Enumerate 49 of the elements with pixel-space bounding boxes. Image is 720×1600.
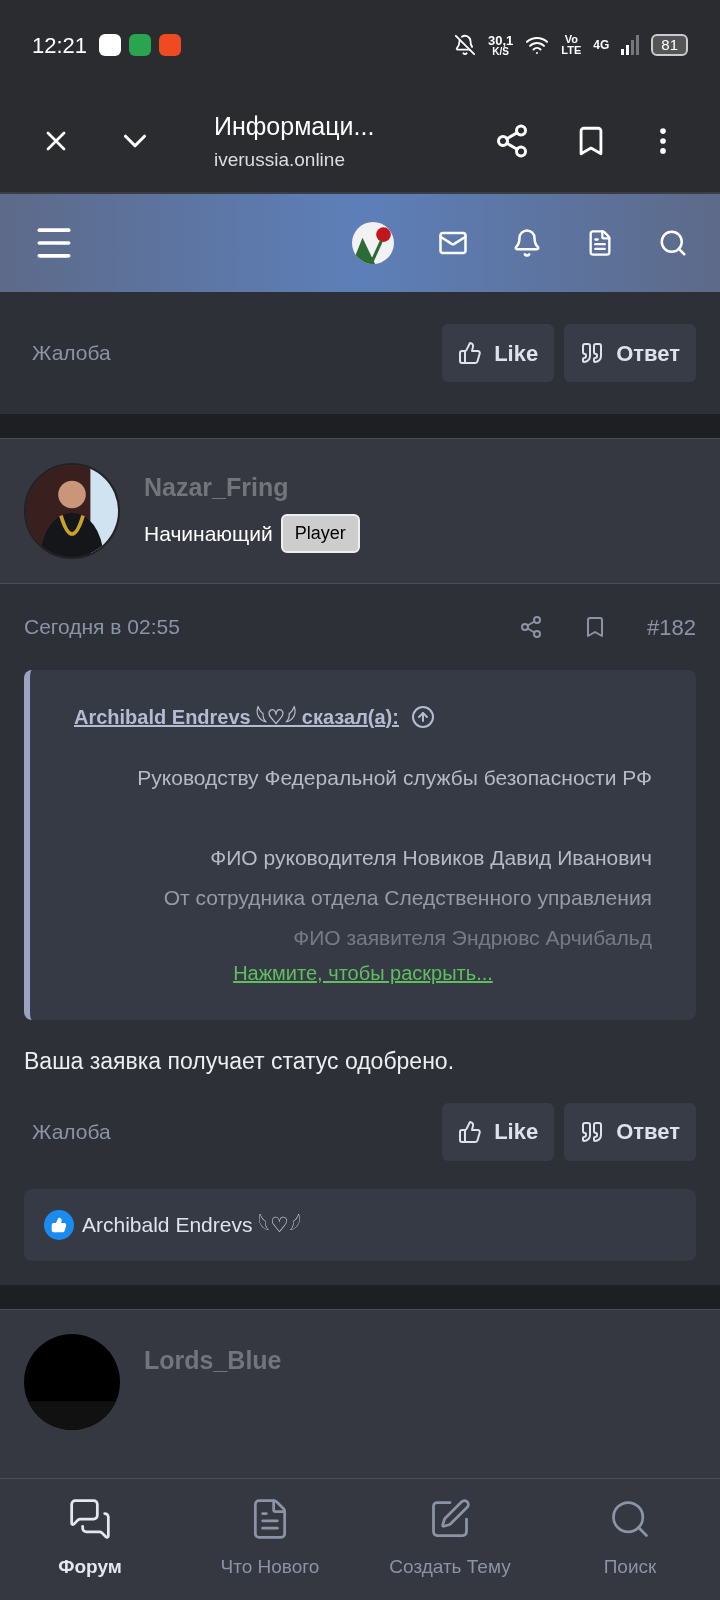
post-number[interactable]: #182 (647, 610, 696, 644)
app-icon (99, 34, 122, 56)
reaction-users[interactable]: Archibald Endrevs 𓆩♡𓆪 (82, 1208, 302, 1241)
author-name[interactable]: Lords_Blue (144, 1341, 282, 1379)
like-button[interactable]: Like (442, 324, 555, 382)
chat-bubbles-icon (68, 1497, 112, 1542)
nav-tab[interactable]: Поиск (540, 1479, 720, 1600)
quote-icon (580, 1119, 605, 1144)
network-type: 4G (593, 37, 610, 54)
report-link[interactable]: Жалоба (24, 1115, 111, 1148)
quote-text: ФИО руководителя Новиков Давид Иванович (210, 845, 652, 871)
page-title: Информаци... (214, 111, 376, 142)
search-icon[interactable] (658, 228, 688, 258)
volte-label: LTE (561, 45, 582, 56)
nav-tab[interactable]: Форум (0, 1479, 180, 1600)
share-icon[interactable] (494, 123, 530, 159)
like-reaction-icon (44, 1209, 74, 1240)
network-speed: 30,1 (488, 33, 514, 47)
user-rank: Начинающий (144, 521, 273, 547)
like-button[interactable]: Like (442, 1102, 555, 1161)
quote-author-link[interactable]: Archibald Endrevs 𓆩♡𓆪 сказал(а): (74, 702, 399, 732)
thumbs-up-icon (458, 341, 483, 365)
user-avatar[interactable] (352, 222, 394, 264)
app-icon (159, 34, 182, 56)
thumbs-up-icon (458, 1119, 483, 1144)
clock: 12:21 (32, 31, 88, 60)
bell-off-icon (454, 34, 476, 56)
quote-text: От сотрудника отдела Следственного управления (163, 885, 652, 911)
page-url: iverussia.online (214, 147, 346, 172)
quote-icon (580, 341, 605, 365)
speed-unit: K/S (492, 46, 509, 57)
quote-text: ФИО заявителя Эндрювс Арчибальд (293, 925, 652, 951)
nav-tab[interactable]: Создать Тему (360, 1479, 540, 1600)
quote-text: Руководству Федеральной службы безопасности РФ (137, 765, 652, 791)
report-link[interactable]: Жалоба (24, 337, 111, 369)
volte-label: Vo (564, 34, 578, 45)
post-text: Ваша заявка получает статус одобрено. (24, 1047, 456, 1076)
reply-button[interactable]: Ответ (564, 1102, 696, 1161)
author-name[interactable]: Nazar_Fring (144, 468, 360, 507)
expand-link[interactable]: Нажмите, чтобы раскрыть... (233, 958, 493, 988)
post-date: Сегодня в 02:55 (24, 614, 181, 641)
signal-icon (621, 35, 640, 55)
user-badge: Player (280, 514, 360, 554)
battery-indicator: 81 (651, 34, 688, 56)
reply-button[interactable]: Ответ (564, 324, 696, 382)
bell-icon[interactable] (512, 228, 542, 258)
nav-tab[interactable]: Что Нового (180, 1479, 360, 1600)
arrow-up-icon[interactable] (410, 705, 435, 729)
app-icon (129, 34, 152, 56)
